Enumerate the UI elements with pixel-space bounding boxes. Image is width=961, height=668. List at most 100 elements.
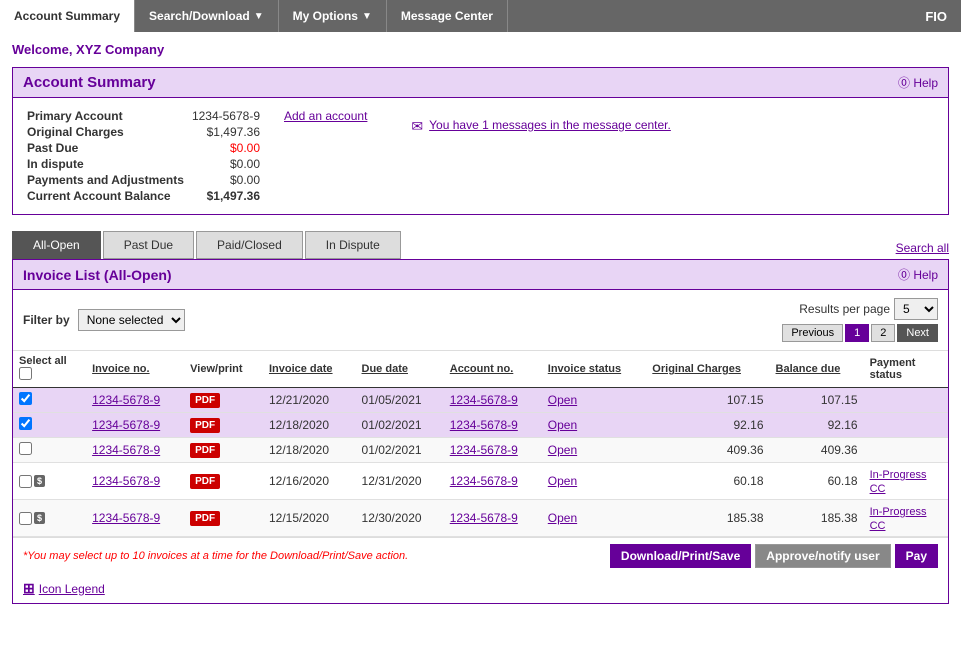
row3-original-charges: 409.36	[646, 438, 769, 463]
account-no-header: Account no.	[444, 351, 542, 388]
invoice-tabs-left: All-Open Past Due Paid/Closed In Dispute	[12, 231, 401, 259]
table-row: 1234-5678-9 PDF 12/18/2020 01/02/2021 12…	[13, 438, 948, 463]
row3-checkbox-cell	[13, 438, 86, 463]
row5-balance-due: 185.38	[770, 500, 864, 537]
row2-invoice-no: 1234-5678-9	[86, 413, 184, 438]
row5-pdf-button[interactable]: PDF	[190, 511, 220, 526]
nav-my-options[interactable]: My Options ▼	[279, 0, 387, 32]
page-1-button[interactable]: 1	[845, 324, 869, 342]
account-info-table: Primary Account 1234-5678-9 Add an accou…	[23, 108, 371, 204]
welcome-message: Welcome, XYZ Company	[12, 42, 949, 57]
tab-all-open[interactable]: All-Open	[12, 231, 101, 259]
row5-checkbox[interactable]	[19, 512, 32, 525]
nav-search-download[interactable]: Search/Download ▼	[135, 0, 279, 32]
account-summary-box: Account Summary ⓪ Help Primary Account 1…	[12, 67, 949, 215]
original-charges-value: $1,497.36	[188, 124, 280, 140]
my-options-dropdown-icon: ▼	[362, 11, 372, 22]
payments-adjustments-value: $0.00	[188, 172, 280, 188]
add-account-link[interactable]: Add an account	[284, 109, 367, 123]
previous-page-button[interactable]: Previous	[782, 324, 843, 342]
row1-due-date: 01/05/2021	[356, 388, 444, 413]
invoice-list-title: Invoice List (All-Open)	[23, 267, 172, 283]
row1-pdf-button[interactable]: PDF	[190, 393, 220, 408]
next-page-button[interactable]: Next	[897, 324, 938, 342]
icon-legend-label: Icon Legend	[39, 582, 105, 596]
search-download-dropdown-icon: ▼	[254, 11, 264, 22]
row1-account-no: 1234-5678-9	[444, 388, 542, 413]
row2-invoice-date: 12/18/2020	[263, 413, 356, 438]
row2-account-no: 1234-5678-9	[444, 413, 542, 438]
row2-checkbox[interactable]	[19, 417, 32, 430]
message-center-link[interactable]: You have 1 messages in the message cente…	[429, 118, 671, 132]
row5-original-charges: 185.38	[646, 500, 769, 537]
page-2-button[interactable]: 2	[871, 324, 895, 342]
row5-checkbox-cell: $	[13, 500, 86, 537]
row1-payment-status	[864, 388, 948, 413]
row5-status-icon: $	[34, 512, 45, 524]
row3-balance-due: 409.36	[770, 438, 864, 463]
row2-pdf-button[interactable]: PDF	[190, 418, 220, 433]
row1-original-charges: 107.15	[646, 388, 769, 413]
row4-view-print: PDF	[184, 463, 263, 500]
row4-checkbox-cell: $	[13, 463, 86, 500]
row1-invoice-status: Open	[542, 388, 647, 413]
row5-invoice-no: 1234-5678-9	[86, 500, 184, 537]
approve-notify-button[interactable]: Approve/notify user	[755, 544, 890, 568]
row3-invoice-no: 1234-5678-9	[86, 438, 184, 463]
row4-status-icon: $	[34, 475, 45, 487]
tab-past-due[interactable]: Past Due	[103, 231, 194, 259]
row1-checkbox-cell	[13, 388, 86, 413]
row1-invoice-date: 12/21/2020	[263, 388, 356, 413]
invoice-list-header: Invoice List (All-Open) ⓪ Help	[13, 260, 948, 290]
invoice-no-header: Invoice no.	[86, 351, 184, 388]
filter-select[interactable]: None selected	[78, 309, 185, 331]
account-summary-help-link[interactable]: ⓪ Help	[898, 74, 938, 91]
account-summary-body: Primary Account 1234-5678-9 Add an accou…	[13, 98, 948, 214]
row3-pdf-button[interactable]: PDF	[190, 443, 220, 458]
select-all-checkbox[interactable]	[19, 367, 32, 380]
row1-view-print: PDF	[184, 388, 263, 413]
row4-balance-due: 60.18	[770, 463, 864, 500]
row2-balance-due: 92.16	[770, 413, 864, 438]
message-area: ✉ You have 1 messages in the message cen…	[411, 108, 670, 204]
tab-paid-closed[interactable]: Paid/Closed	[196, 231, 303, 259]
icon-legend-link[interactable]: ⊞ Icon Legend	[23, 580, 938, 597]
row1-invoice-no: 1234-5678-9	[86, 388, 184, 413]
current-balance-value: $1,497.36	[188, 188, 280, 204]
results-per-page-label: Results per page	[799, 302, 890, 316]
nav-message-center[interactable]: Message Center	[387, 0, 508, 32]
table-row: 1234-5678-9 PDF 12/21/2020 01/05/2021 12…	[13, 388, 948, 413]
balance-due-header: Balance due	[770, 351, 864, 388]
payments-adjustments-label: Payments and Adjustments	[23, 172, 188, 188]
row1-balance-due: 107.15	[770, 388, 864, 413]
row3-checkbox[interactable]	[19, 442, 32, 455]
row4-invoice-no: 1234-5678-9	[86, 463, 184, 500]
invoice-list-box: Invoice List (All-Open) ⓪ Help Filter by…	[12, 259, 949, 604]
pay-button[interactable]: Pay	[895, 544, 938, 568]
row4-checkbox[interactable]	[19, 475, 32, 488]
download-print-save-button[interactable]: Download/Print/Save	[610, 544, 751, 568]
footer-buttons: Download/Print/Save Approve/notify user …	[610, 544, 938, 568]
row5-account-no: 1234-5678-9	[444, 500, 542, 537]
invoice-list-help-link[interactable]: ⓪ Help	[898, 266, 938, 283]
icon-legend-row: ⊞ Icon Legend	[13, 574, 948, 603]
row4-account-no: 1234-5678-9	[444, 463, 542, 500]
table-row: $ 1234-5678-9 PDF 12/16/2020 12/31/2020 …	[13, 463, 948, 500]
account-summary-title: Account Summary	[23, 74, 156, 91]
footer-row: *You may select up to 10 invoices at a t…	[13, 537, 948, 574]
results-per-page-select[interactable]: 5 10 25	[894, 298, 938, 320]
nav-account-summary[interactable]: Account Summary	[0, 0, 135, 32]
filter-left: Filter by None selected	[23, 309, 185, 331]
table-row: 1234-5678-9 PDF 12/18/2020 01/02/2021 12…	[13, 413, 948, 438]
original-charges-header: Original Charges	[646, 351, 769, 388]
row3-invoice-status: Open	[542, 438, 647, 463]
primary-account-label: Primary Account	[23, 108, 188, 124]
row1-checkbox[interactable]	[19, 392, 32, 405]
in-dispute-label: In dispute	[23, 156, 188, 172]
row4-pdf-button[interactable]: PDF	[190, 474, 220, 489]
row4-invoice-date: 12/16/2020	[263, 463, 356, 500]
search-all-link[interactable]: Search all	[896, 241, 949, 259]
row5-invoice-date: 12/15/2020	[263, 500, 356, 537]
tab-in-dispute[interactable]: In Dispute	[305, 231, 401, 259]
row3-account-no: 1234-5678-9	[444, 438, 542, 463]
